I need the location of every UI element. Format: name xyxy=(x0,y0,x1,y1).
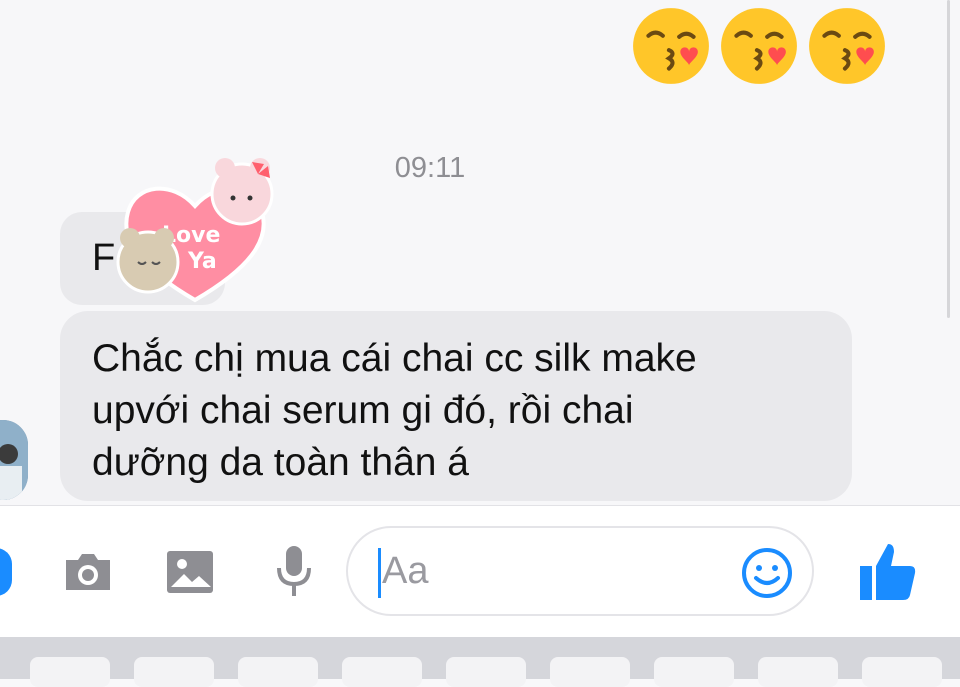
message-timestamp: 09:11 xyxy=(394,152,466,184)
keyboard-key[interactable] xyxy=(134,657,214,687)
image-icon xyxy=(167,551,213,593)
microphone-icon xyxy=(277,546,311,596)
message-input-placeholder: Aa xyxy=(382,550,429,592)
voice-record-button[interactable] xyxy=(264,542,324,602)
message-line: upvới chai serum gi đó, rồi chai xyxy=(92,389,634,432)
avatar[interactable] xyxy=(0,420,28,500)
received-message-bubble[interactable]: Chắc chị mua cái chai cc silk make upvới… xyxy=(60,311,852,501)
kissing-face-icon xyxy=(809,8,885,84)
message-line: Chắc chị mua cái chai cc silk make xyxy=(92,337,697,380)
keyboard-key[interactable] xyxy=(862,657,942,687)
gallery-button[interactable] xyxy=(160,542,220,602)
sent-emoji-message[interactable] xyxy=(630,5,888,87)
text-cursor xyxy=(378,548,381,598)
avatar-photo xyxy=(0,420,28,500)
sticker-text-ya: Ya xyxy=(187,249,217,274)
message-line: dưỡng da toàn thân á xyxy=(92,441,469,484)
message-composer: Aa xyxy=(0,505,960,638)
camera-button[interactable] xyxy=(58,542,118,602)
conversation-view: 09:11 F Love Ya Chắc chị mua cái chai cc… xyxy=(0,0,960,505)
keyboard-key[interactable] xyxy=(342,657,422,687)
keyboard-key[interactable] xyxy=(238,657,318,687)
message-input[interactable]: Aa xyxy=(346,526,814,616)
keyboard-top-row xyxy=(0,637,960,687)
keyboard-key[interactable] xyxy=(550,657,630,687)
keyboard-key[interactable] xyxy=(654,657,734,687)
more-actions-button[interactable] xyxy=(0,548,12,596)
keyboard-key[interactable] xyxy=(758,657,838,687)
camera-icon xyxy=(66,554,110,590)
love-ya-sticker[interactable]: Love Ya xyxy=(100,150,290,310)
scrollbar[interactable] xyxy=(947,0,950,318)
kissing-face-icon xyxy=(633,8,709,84)
thumbs-up-icon[interactable] xyxy=(856,538,920,606)
keyboard-key[interactable] xyxy=(30,657,110,687)
keyboard-key[interactable] xyxy=(446,657,526,687)
emoji-picker-icon[interactable] xyxy=(740,546,794,600)
kissing-face-icon xyxy=(721,8,797,84)
